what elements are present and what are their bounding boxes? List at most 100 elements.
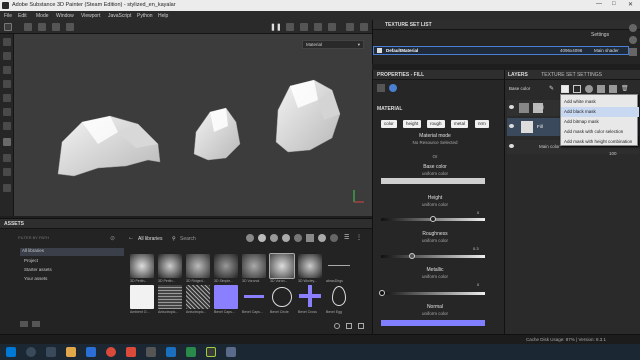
add-layer-icon[interactable]: [597, 85, 605, 93]
more-icon[interactable]: ⋮: [356, 234, 364, 242]
color-picker-icon[interactable]: [3, 168, 11, 176]
asset-tile[interactable]: [242, 254, 266, 278]
menu-help[interactable]: Help: [158, 13, 168, 19]
camera-icon[interactable]: [300, 23, 308, 31]
app-icon-red[interactable]: [126, 347, 136, 357]
tree-item-all-libraries[interactable]: All libraries: [20, 248, 124, 256]
asset-tile-bevel-circle[interactable]: [272, 287, 292, 307]
menu-edit[interactable]: Edit: [18, 13, 27, 19]
filter-env-icon[interactable]: [318, 234, 326, 242]
material-icon[interactable]: [389, 84, 397, 92]
tab-texture-set-settings[interactable]: TEXTURE SET SETTINGS: [541, 72, 602, 78]
eye-icon[interactable]: [509, 144, 514, 148]
menu-item-add-height-combination-mask[interactable]: Add mask with height combination: [561, 137, 639, 147]
asset-tile[interactable]: [214, 254, 238, 278]
symmetry-icon[interactable]: [38, 23, 46, 31]
projection-icon[interactable]: [3, 66, 11, 74]
viewport-3d[interactable]: Material ▾: [14, 34, 372, 216]
tree-item-starter-assets[interactable]: Starter assets: [24, 267, 52, 272]
asset-line-preview[interactable]: [328, 265, 350, 266]
menu-python[interactable]: Python: [137, 13, 153, 19]
tab-layers[interactable]: LAYERS: [508, 72, 528, 78]
channel-rough-toggle[interactable]: rough: [427, 120, 445, 128]
settings-side-icon[interactable]: [629, 36, 637, 44]
zoom-grid-icon[interactable]: [346, 323, 352, 329]
measure-icon[interactable]: [3, 184, 11, 192]
steam-icon[interactable]: [166, 347, 176, 357]
polygon-fill-icon[interactable]: [3, 138, 11, 146]
add-fill-icon[interactable]: [585, 85, 593, 93]
snap-icon[interactable]: [24, 23, 32, 31]
bake-icon[interactable]: [3, 154, 11, 162]
asset-tile-bevel-line[interactable]: [244, 295, 264, 298]
metallic-slider-handle[interactable]: [379, 290, 385, 296]
roughness-slider-handle[interactable]: [409, 253, 415, 259]
collapse-icon[interactable]: [32, 321, 40, 327]
library-filter-label[interactable]: All libraries: [138, 236, 162, 242]
clone-icon[interactable]: [3, 108, 11, 116]
menu-viewport[interactable]: Viewport: [81, 13, 100, 19]
eye-icon[interactable]: [377, 48, 382, 53]
asset-tile[interactable]: [214, 285, 238, 309]
add-folder-icon[interactable]: [609, 85, 617, 93]
metallic-value[interactable]: 0: [477, 282, 479, 287]
roughness-slider[interactable]: [381, 255, 485, 258]
filter-texture-icon[interactable]: [294, 234, 302, 242]
menu-item-add-bitmap-mask[interactable]: Add bitmap mask: [561, 117, 639, 127]
list-view-icon[interactable]: ☰: [344, 234, 352, 242]
filter-material-icon[interactable]: [258, 234, 266, 242]
channel-height-toggle[interactable]: height: [403, 120, 422, 128]
filter-shape-icon[interactable]: [246, 234, 254, 242]
asset-tile[interactable]: [158, 285, 182, 309]
menu-javascript[interactable]: JavaScript: [108, 13, 131, 19]
channel-color-toggle[interactable]: color: [381, 120, 397, 128]
geometry-mask-icon[interactable]: [3, 80, 11, 88]
menu-item-add-black-mask[interactable]: Add black mask: [561, 107, 639, 117]
menu-item-add-white-mask[interactable]: Add white mask: [561, 97, 639, 107]
channel-metal-toggle[interactable]: metal: [451, 120, 469, 128]
layers-side-icon[interactable]: [629, 24, 637, 32]
back-icon[interactable]: ←: [128, 235, 136, 243]
layer-opacity[interactable]: 100: [609, 151, 617, 156]
height-value[interactable]: 0: [477, 210, 479, 215]
minimize-icon[interactable]: —: [596, 1, 602, 7]
asset-tile[interactable]: [186, 254, 210, 278]
start-icon[interactable]: [6, 347, 16, 357]
add-mask-icon[interactable]: [561, 85, 569, 93]
base-color-swatch[interactable]: [381, 178, 485, 184]
tree-item-project[interactable]: Project: [24, 258, 38, 263]
settings-dropdown[interactable]: Settings: [591, 32, 609, 38]
normal-swatch[interactable]: [381, 320, 485, 326]
pause-icon[interactable]: ❚❚: [270, 23, 282, 31]
lazy-mouse-icon[interactable]: [66, 23, 74, 31]
zoom-small-icon[interactable]: [334, 323, 340, 329]
filter-grid-icon[interactable]: [306, 234, 314, 242]
new-library-icon[interactable]: [20, 321, 28, 327]
asset-tile[interactable]: [269, 253, 295, 279]
tree-item-your-assets[interactable]: Your assets: [24, 276, 47, 281]
metallic-slider[interactable]: [381, 292, 485, 295]
substance-painter-icon[interactable]: [206, 347, 216, 357]
smudge-icon[interactable]: [3, 94, 11, 102]
menu-file[interactable]: File: [4, 13, 12, 19]
height-slider-handle[interactable]: [430, 216, 436, 222]
material-picker-icon[interactable]: [3, 122, 11, 130]
render-icon[interactable]: [286, 23, 294, 31]
texture-set-row[interactable]: DefaultMaterial 4096x4096 Main shader: [373, 46, 629, 55]
asset-tile[interactable]: [298, 254, 322, 278]
eye-icon[interactable]: [509, 105, 514, 109]
asset-tile[interactable]: [186, 285, 210, 309]
search-input[interactable]: Search: [180, 236, 196, 242]
close-icon[interactable]: ✕: [628, 1, 633, 8]
filter-extra-icon[interactable]: [330, 234, 338, 242]
fill-icon[interactable]: [377, 84, 385, 92]
channel-nrm-toggle[interactable]: nrm: [475, 120, 489, 128]
path-filter-input[interactable]: FILTER BY PATH: [18, 235, 49, 240]
import-icon[interactable]: [358, 323, 364, 329]
app-icon-dark[interactable]: [146, 347, 156, 357]
asset-tile-bevel-egg[interactable]: [332, 286, 346, 306]
file-explorer-icon[interactable]: [66, 347, 76, 357]
brush-tool-icon[interactable]: ✎: [549, 85, 557, 93]
menu-mode[interactable]: Mode: [36, 13, 49, 19]
app-icon-slate[interactable]: [226, 347, 236, 357]
